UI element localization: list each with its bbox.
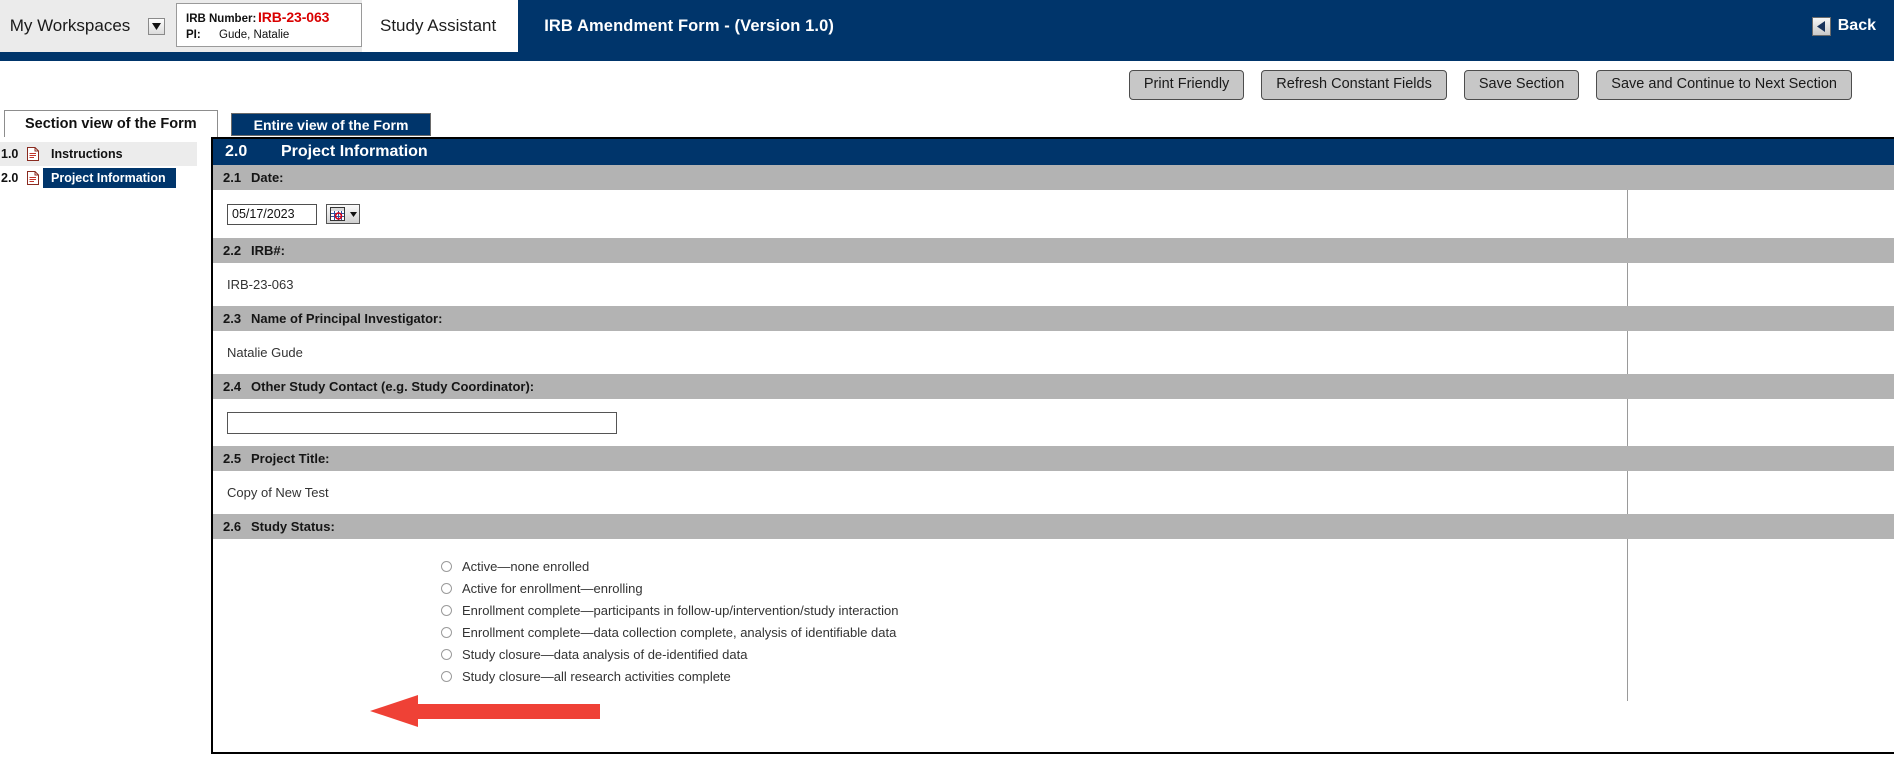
sidebar-item-instructions[interactable]: 1.0 Instructions xyxy=(0,142,197,166)
section-title: Project Information xyxy=(281,143,428,160)
pi-row: PI: Gude, Natalie xyxy=(186,27,361,43)
chevron-down-icon[interactable] xyxy=(347,205,359,223)
triangle-left-icon xyxy=(1811,16,1831,36)
other-study-contact-input[interactable] xyxy=(227,411,617,434)
question-number-irb: 2.2 xyxy=(223,243,242,258)
calendar-icon xyxy=(327,205,347,223)
document-icon xyxy=(27,171,43,185)
radio-button-icon[interactable] xyxy=(441,560,452,572)
question-label-pi-name: Name of Principal Investigator: xyxy=(251,311,443,326)
study-assistant-label: Study Assistant xyxy=(362,0,519,52)
pi-name-right-column xyxy=(1628,331,1894,374)
date-picker-button[interactable] xyxy=(326,204,360,224)
radio-option-label: Study closure—data analysis of de-identi… xyxy=(462,646,748,662)
question-body-date xyxy=(213,190,1894,238)
page-title: IRB Amendment Form - (Version 1.0) xyxy=(544,16,834,35)
view-tabs: Section view of the Form Entire view of … xyxy=(0,109,1894,137)
date-input[interactable] xyxy=(227,203,317,225)
question-bar-pi-name: 2.3 Name of Principal Investigator: xyxy=(213,306,1894,331)
question-bar-date: 2.1 Date: xyxy=(213,165,1894,190)
project-title-right-column xyxy=(1628,471,1894,514)
question-number-pi-name: 2.3 xyxy=(223,311,242,326)
question-number-study-status: 2.6 xyxy=(223,519,242,534)
question-bar-other-contact: 2.4 Other Study Contact (e.g. Study Coor… xyxy=(213,374,1894,399)
question-label-project-title: Project Title: xyxy=(251,451,330,466)
irb-number-value: IRB-23-063 xyxy=(258,9,330,25)
project-title-readonly-value: Copy of New Test xyxy=(227,485,329,500)
radio-button-icon[interactable] xyxy=(441,626,452,638)
print-friendly-button[interactable]: Print Friendly xyxy=(1128,70,1245,100)
radio-option-label: Active—none enrolled xyxy=(462,558,590,574)
sidebar-item-project-information-number: 2.0 xyxy=(1,171,19,185)
radio-button-icon[interactable] xyxy=(441,670,452,682)
section-navigator: 1.0 Instructions 2.0 Project Information xyxy=(0,137,197,190)
question-body-other-contact xyxy=(213,399,1894,446)
back-button-label: Back xyxy=(1837,17,1876,34)
question-body-study-status: Active—none enrolled Active for enrollme… xyxy=(213,539,1894,701)
question-bar-irb: 2.2 IRB#: xyxy=(213,238,1894,263)
form-toolbar: Print Friendly Refresh Constant Fields S… xyxy=(0,61,1894,109)
question-label-date: Date: xyxy=(251,170,284,185)
form-panel: 2.0 Project Information 2.1 Date: 05/17/… xyxy=(211,137,1894,754)
question-body-irb: IRB-23-063 xyxy=(213,263,1894,306)
radio-button-icon[interactable] xyxy=(441,604,452,616)
radio-option-row[interactable]: Enrollment complete—participants in foll… xyxy=(213,599,1627,621)
document-icon xyxy=(27,147,43,161)
sidebar-item-project-information-label: Project Information xyxy=(43,168,176,188)
save-section-button[interactable]: Save Section xyxy=(1463,70,1580,100)
question-body-pi-name: Natalie Gude xyxy=(213,331,1894,374)
sidebar-item-instructions-label: Instructions xyxy=(51,147,123,161)
radio-option-row[interactable]: Active for enrollment—enrolling xyxy=(213,577,1627,599)
sidebar-item-instructions-number: 1.0 xyxy=(1,147,19,161)
question-body-project-title: Copy of New Test xyxy=(213,471,1894,514)
body-area: 1.0 Instructions 2.0 Project Information… xyxy=(0,137,1894,760)
question-number-project-title: 2.5 xyxy=(223,451,242,466)
radio-option-row[interactable]: Study closure—data analysis of de-identi… xyxy=(213,643,1627,665)
pi-label: PI: xyxy=(186,29,201,41)
sidebar-item-project-information[interactable]: 2.0 Project Information xyxy=(0,166,197,190)
radio-option-label: Study closure—all research activities co… xyxy=(462,668,731,684)
question-label-other-contact: Other Study Contact (e.g. Study Coordina… xyxy=(251,379,535,394)
other-contact-right-column xyxy=(1628,399,1894,446)
save-and-continue-button[interactable]: Save and Continue to Next Section xyxy=(1596,70,1852,100)
pi-name-readonly-value: Natalie Gude xyxy=(227,345,303,360)
header-underline xyxy=(0,52,1894,61)
pi-value: Gude, Natalie xyxy=(219,29,290,41)
tab-section-view[interactable]: Section view of the Form xyxy=(4,110,218,137)
question-bar-project-title: 2.5 Project Title: xyxy=(213,446,1894,471)
question-bar-study-status: 2.6 Study Status: xyxy=(213,514,1894,539)
irb-number-label: IRB Number: xyxy=(186,13,257,25)
radio-option-row[interactable]: Enrollment complete—data collection comp… xyxy=(213,621,1627,643)
radio-button-icon[interactable] xyxy=(441,648,452,660)
question-label-irb: IRB#: xyxy=(251,243,285,258)
section-header: 2.0 Project Information xyxy=(213,139,1894,165)
my-workspaces-menu[interactable]: My Workspaces xyxy=(0,0,176,52)
my-workspaces-label: My Workspaces xyxy=(9,16,131,35)
radio-option-label: Active for enrollment—enrolling xyxy=(462,580,643,596)
section-number: 2.0 xyxy=(225,143,248,160)
form-title-bar: IRB Amendment Form - (Version 1.0) Back xyxy=(518,0,1894,52)
question-number-date: 2.1 xyxy=(223,170,242,185)
radio-option-label: Enrollment complete—data collection comp… xyxy=(462,624,897,640)
top-header: My Workspaces IRB Number: IRB-23-063 PI:… xyxy=(0,0,1894,52)
radio-button-icon[interactable] xyxy=(441,582,452,594)
question-label-study-status: Study Status: xyxy=(251,519,335,534)
irb-number-row: IRB Number: IRB-23-063 xyxy=(186,9,361,27)
radio-option-label: Enrollment complete—participants in foll… xyxy=(462,602,899,618)
question-number-other-contact: 2.4 xyxy=(223,379,242,394)
irb-right-column xyxy=(1628,263,1894,306)
tab-entire-view[interactable]: Entire view of the Form xyxy=(230,113,432,136)
radio-option-row[interactable]: Active—none enrolled xyxy=(213,555,1627,577)
chevron-down-icon[interactable] xyxy=(148,17,166,35)
irb-number-readonly-value: IRB-23-063 xyxy=(227,277,294,292)
refresh-constant-fields-button[interactable]: Refresh Constant Fields xyxy=(1261,70,1447,100)
back-button[interactable]: Back xyxy=(1811,16,1876,36)
date-right-column xyxy=(1628,190,1894,238)
irb-info-box: IRB Number: IRB-23-063 PI: Gude, Natalie xyxy=(176,3,362,47)
study-status-right-column xyxy=(1628,539,1894,701)
radio-option-row[interactable]: Study closure—all research activities co… xyxy=(213,665,1627,687)
